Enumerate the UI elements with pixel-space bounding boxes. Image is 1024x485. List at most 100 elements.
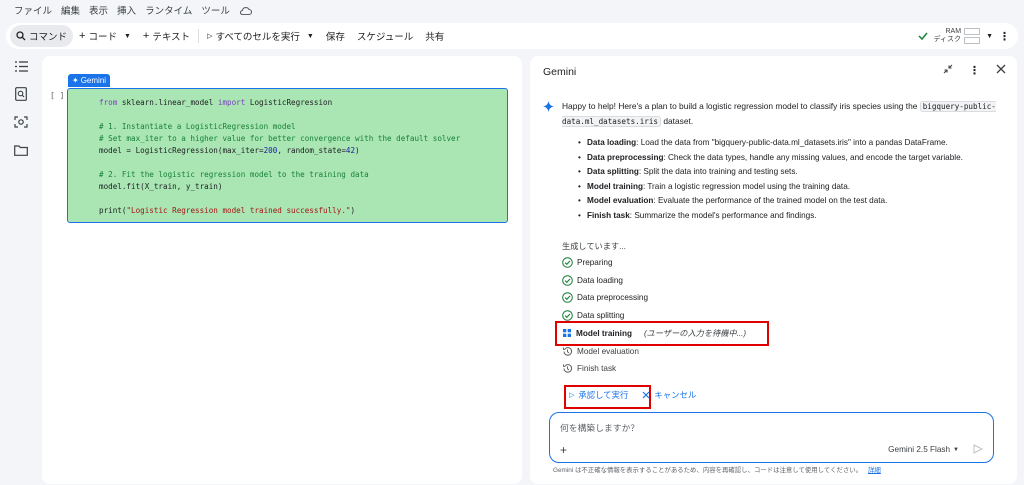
waiting-icon — [563, 329, 571, 337]
plan-item: Data preprocessing: Check the data types… — [578, 151, 998, 166]
panel-header-actions: ⋮ — [943, 64, 1006, 77]
check-circle-icon — [562, 291, 573, 303]
prompt-input[interactable]: 何を構築しますか？ — [560, 421, 639, 434]
resource-bars — [964, 28, 981, 44]
menu-tools[interactable]: ツール — [201, 3, 230, 17]
table-of-contents-icon[interactable] — [11, 56, 31, 76]
disk-label: ディスク — [933, 36, 962, 43]
code-cell[interactable]: from sklearn.linear_model import Logisti… — [67, 88, 508, 223]
gemini-sparkle-icon — [543, 101, 554, 115]
check-circle-icon — [562, 256, 573, 268]
cell-run-button[interactable]: [ ] — [50, 91, 64, 100]
chevron-down-icon[interactable]: ▼ — [124, 33, 131, 40]
plan-item: Finish task: Summarize the model's perfo… — [578, 209, 998, 224]
find-icon[interactable] — [11, 84, 31, 104]
plan-item: Model evaluation: Evaluate the performan… — [578, 194, 998, 209]
toolbar: コマンド + コード ▼ + テキスト ▷ すべてのセルを実行 ▼ 保存 スケジ… — [6, 23, 1018, 49]
code-token: model = LogisticRegression(max_iter= — [99, 146, 264, 155]
code-comment: # Set max_iter to a higher value for bet… — [99, 134, 461, 143]
code-token: print( — [99, 206, 127, 215]
add-code-label: コード — [88, 32, 117, 43]
add-text-button[interactable]: + テキスト — [137, 25, 196, 47]
add-code-button[interactable]: + コード ▼ — [73, 25, 137, 47]
code-token: model.fit(X_train, y_train) — [99, 182, 223, 191]
cancel-button[interactable]: キャンセル — [642, 389, 696, 401]
save-button[interactable]: 保存 — [320, 25, 351, 47]
prompt-input-box[interactable]: 何を構築しますか？ + Gemini 2.5 Flash ▼ — [549, 412, 994, 463]
folder-icon[interactable] — [11, 140, 31, 160]
share-label: 共有 — [425, 32, 445, 43]
code-number: 42 — [345, 146, 356, 155]
chevron-down-icon[interactable]: ▼ — [986, 33, 993, 40]
add-attachment-icon[interactable]: + — [560, 443, 567, 457]
step-waiting-note: (ユーザーの入力を待機中...) — [643, 329, 747, 338]
command-palette-button[interactable]: コマンド — [10, 25, 74, 47]
code-token: sklearn.linear_model — [117, 98, 218, 107]
schedule-button[interactable]: スケジュール — [351, 25, 419, 47]
code-token: ) — [350, 206, 356, 215]
code-token: from — [99, 98, 118, 107]
menu-insert[interactable]: 挿入 — [117, 3, 136, 17]
step-label: Model evaluation — [577, 346, 639, 356]
history-icon — [563, 346, 573, 356]
plan-list: Data loading: Load the data from "bigque… — [578, 136, 998, 223]
cloud-save-icon[interactable] — [239, 6, 252, 15]
approval-actions: ▷ 承認して実行 キャンセル — [569, 389, 696, 401]
intro-text-end: dataset. — [661, 116, 694, 126]
cancel-label: キャンセル — [654, 390, 697, 400]
menu-file[interactable]: ファイル — [14, 3, 52, 17]
code-comment: # 1. Instantiate a LogisticRegression mo… — [99, 122, 296, 131]
toolbar-right: RAM ディスク ▼ ⋮ — [918, 23, 1010, 49]
close-icon[interactable] — [996, 64, 1006, 77]
step-item: Finish task — [562, 361, 616, 375]
more-options-icon[interactable]: ⋮ — [999, 30, 1010, 43]
disclaimer: Gemini は不正確な情報を表示することがあるため、内容を再確認し、コードは注… — [553, 465, 881, 474]
assistant-message: Happy to help! Here's a plan to build a … — [562, 99, 997, 129]
details-link[interactable]: 詳細 — [868, 467, 881, 474]
panel-title: Gemini — [543, 66, 577, 78]
menu-edit[interactable]: 編集 — [61, 3, 80, 17]
code-comment: # 2. Fit the logistic regression model t… — [99, 170, 369, 179]
model-name: Gemini 2.5 Flash — [888, 445, 951, 454]
model-selector[interactable]: Gemini 2.5 Flash ▼ — [888, 445, 959, 454]
menu-runtime[interactable]: ランタイム — [145, 3, 192, 17]
sparkle-icon: ✦ — [72, 76, 79, 85]
command-label: コマンド — [29, 32, 68, 43]
code-token: import — [217, 98, 246, 107]
step-item: Data loading — [562, 273, 623, 287]
step-label: Data splitting — [577, 310, 625, 320]
code-token: ) — [355, 146, 360, 155]
send-icon[interactable] — [973, 444, 984, 457]
approve-run-button[interactable]: ▷ 承認して実行 — [569, 389, 628, 401]
check-circle-icon — [562, 309, 573, 321]
left-rail — [8, 56, 34, 476]
more-options-icon[interactable]: ⋮ — [969, 64, 980, 77]
code-string: "Logistic Regression model trained succe… — [126, 206, 351, 215]
check-circle-icon — [562, 274, 573, 286]
menu-view[interactable]: 表示 — [89, 3, 108, 17]
plan-item: Data loading: Load the data from "bigque… — [578, 136, 998, 151]
play-icon: ▷ — [207, 33, 213, 40]
search-icon — [16, 31, 26, 41]
collapse-icon[interactable] — [943, 64, 953, 77]
variables-icon[interactable] — [11, 112, 31, 132]
close-icon — [642, 391, 650, 399]
chevron-down-icon[interactable]: ▼ — [307, 33, 314, 40]
disclaimer-text: Gemini は不正確な情報を表示することがあるため、内容を再確認し、コードは注… — [553, 467, 863, 474]
share-button[interactable]: 共有 — [419, 25, 450, 47]
play-icon: ▷ — [569, 392, 575, 399]
code-token: LogisticRegression — [245, 98, 333, 107]
step-label: Preparing — [577, 257, 613, 267]
step-item: Data preprocessing — [562, 290, 648, 304]
step-item: Preparing — [562, 255, 613, 269]
step-label: Model training — [576, 328, 632, 338]
generating-status: 生成しています... — [562, 242, 626, 251]
history-icon — [563, 363, 573, 373]
chevron-down-icon: ▼ — [953, 446, 959, 453]
resource-monitor[interactable]: RAM ディスク — [934, 28, 981, 44]
gemini-tag-label: Gemini — [80, 76, 107, 85]
run-all-button[interactable]: ▷ すべてのセルを実行 ▼ — [201, 25, 320, 47]
plan-item: Model training: Train a logistic regress… — [578, 180, 998, 195]
step-label: Finish task — [577, 363, 617, 373]
toolbar-divider — [198, 29, 200, 43]
